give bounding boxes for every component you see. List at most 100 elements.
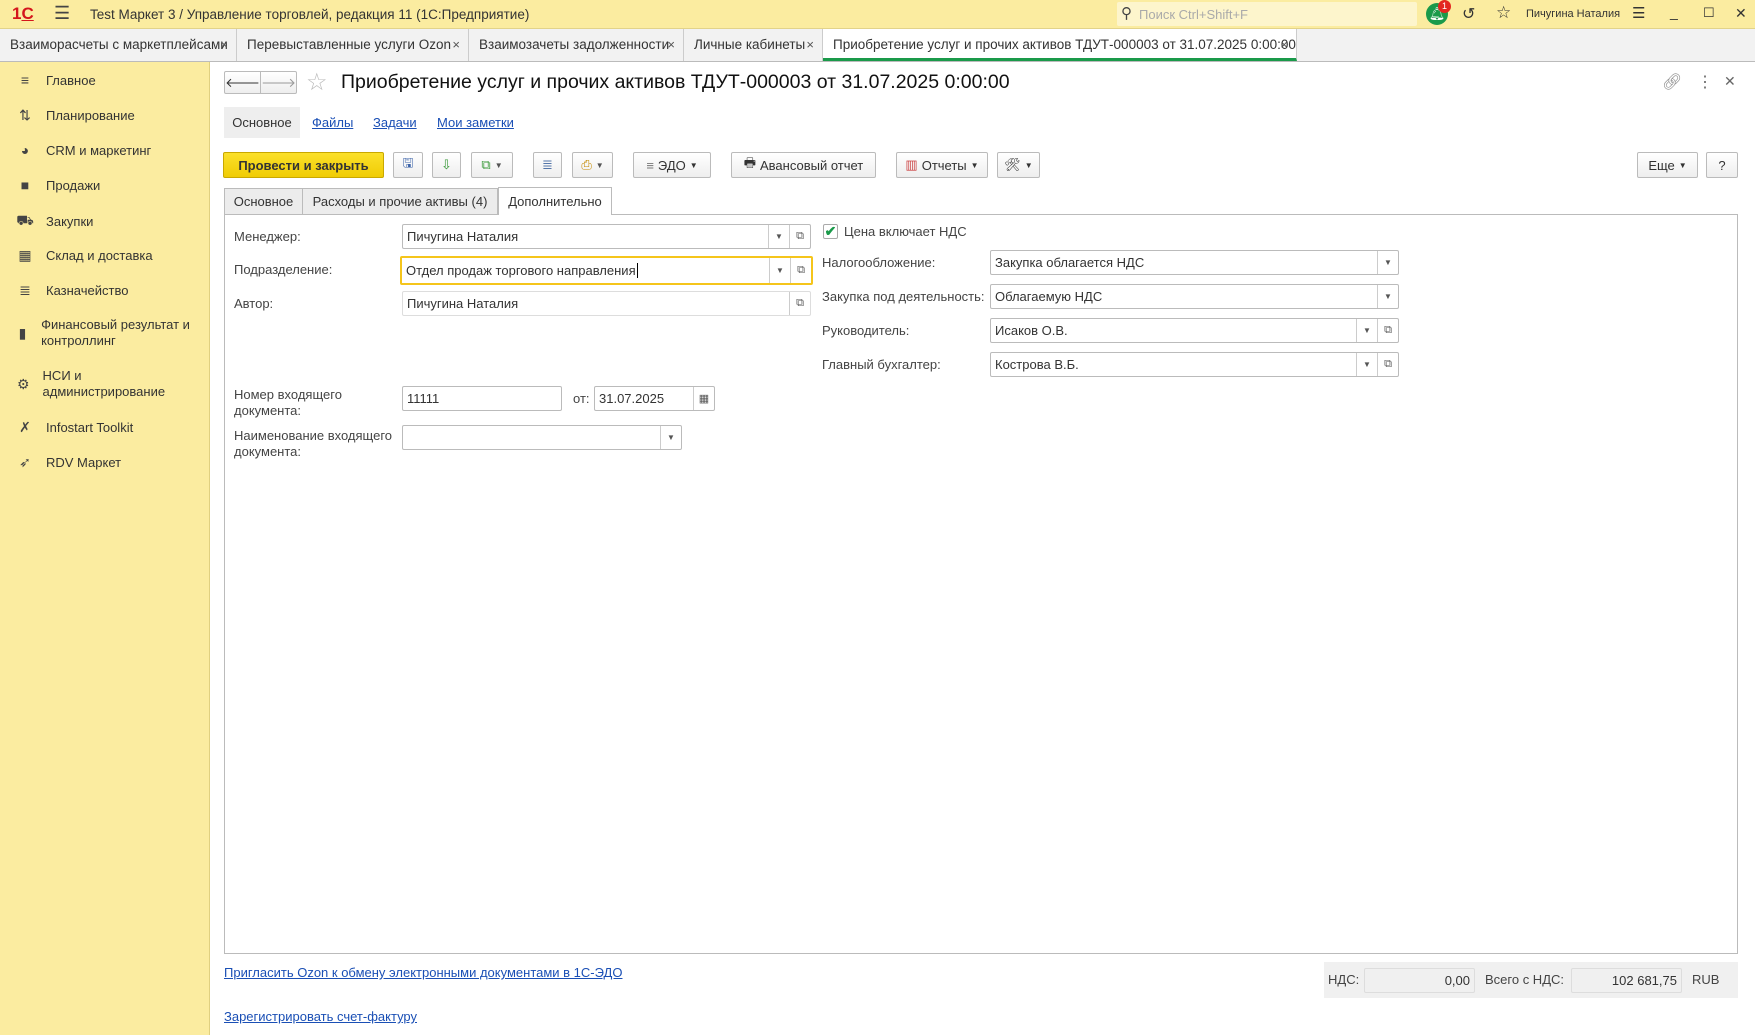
favorites-star-icon[interactable]: ☆ xyxy=(1496,3,1511,23)
back-button[interactable]: 🡐 xyxy=(224,71,261,94)
incoming-date-field[interactable]: 31.07.2025 ▦ xyxy=(594,386,715,411)
sidebar-item-rdv[interactable]: ➶ RDV Маркет xyxy=(16,454,121,471)
chevron-down-icon[interactable]: ▼ xyxy=(1377,285,1398,308)
close-form-icon[interactable]: ✕ xyxy=(1724,73,1736,90)
activity-field[interactable]: Облагаемую НДС ▼ xyxy=(990,284,1399,309)
open-icon[interactable]: ⧉ xyxy=(1377,319,1398,342)
advance-report-button[interactable]: 🖶︎ Авансовый отчет xyxy=(731,152,876,178)
chevron-down-icon[interactable]: ▼ xyxy=(1356,353,1377,376)
chevron-down-icon[interactable]: ▼ xyxy=(1356,319,1377,342)
invite-edo-link[interactable]: Пригласить Ozon к обмену электронными до… xyxy=(224,965,622,980)
sidebar-item-main[interactable]: ≡ Главное xyxy=(16,72,96,88)
tools-button[interactable]: 🛠︎ ▼ xyxy=(997,152,1040,178)
reports-button[interactable]: ▥ Отчеты ▼ xyxy=(896,152,988,178)
tab-offsets[interactable]: Взаимозачеты задолженности × xyxy=(469,29,684,61)
sidebar-item-finance[interactable]: ▮ Финансовый результат и контроллинг xyxy=(16,317,206,349)
form-tab-additional[interactable]: Дополнительно xyxy=(498,187,612,215)
more-label: Еще xyxy=(1648,157,1675,173)
taxation-field[interactable]: Закупка облагается НДС ▼ xyxy=(990,250,1399,275)
open-icon[interactable]: ⧉ xyxy=(789,225,810,248)
form-panel xyxy=(224,214,1738,954)
chevron-down-icon[interactable]: ▼ xyxy=(1377,251,1398,274)
form-tab-main[interactable]: Основное xyxy=(224,188,303,215)
sidebar-item-planning[interactable]: ⇅ Планирование xyxy=(16,107,135,124)
tab-current-document[interactable]: Приобретение услуг и прочих активов ТДУТ… xyxy=(823,29,1297,61)
author-field[interactable]: Пичугина Наталия ⧉ xyxy=(402,291,811,316)
close-icon[interactable]: × xyxy=(452,29,460,61)
sidebar-item-warehouse[interactable]: ▦ Склад и доставка xyxy=(16,247,153,264)
head-field[interactable]: Исаков О.В. ▼ ⧉ xyxy=(990,318,1399,343)
sidebar-item-treasury[interactable]: ≣ Казначейство xyxy=(16,282,128,299)
sidebar-item-infostart[interactable]: ✗ Infostart Toolkit xyxy=(16,419,133,436)
more-actions-icon[interactable]: ⋮ xyxy=(1697,72,1713,92)
journal-button[interactable]: ≣ xyxy=(533,152,562,178)
chevron-down-icon[interactable]: ▼ xyxy=(768,225,789,248)
chevron-down-icon[interactable]: ▼ xyxy=(769,258,790,283)
calendar-icon[interactable]: ▦ xyxy=(693,387,714,410)
minimize-icon[interactable]: _ xyxy=(1670,4,1678,20)
price-includes-vat-checkbox[interactable]: ✔ xyxy=(823,224,838,239)
forward-button[interactable]: 🡒 xyxy=(260,71,297,94)
tab-reissued-services[interactable]: Перевыставленные услуги Ozon × xyxy=(237,29,469,61)
incoming-name-field[interactable]: ▼ xyxy=(402,425,682,450)
logo-1c[interactable]: 1C xyxy=(12,4,34,24)
bag-icon: ■ xyxy=(20,177,30,193)
sidebar-item-sales[interactable]: ■ Продажи xyxy=(16,177,101,193)
incoming-number-value: 11111 xyxy=(407,391,440,406)
form-tab-expenses[interactable]: Расходы и прочие активы (4) xyxy=(303,188,498,215)
accountant-field[interactable]: Кострова В.Б. ▼ ⧉ xyxy=(990,352,1399,377)
post-and-close-button[interactable]: Провести и закрыть xyxy=(223,152,384,178)
user-name[interactable]: Пичугина Наталия xyxy=(1526,8,1620,20)
edo-icon: ≡ xyxy=(646,157,654,173)
author-value: Пичугина Наталия xyxy=(407,296,519,311)
close-icon[interactable]: × xyxy=(220,29,228,61)
save-button[interactable]: 🖫 xyxy=(393,152,423,178)
total-with-vat-label: Всего с НДС: xyxy=(1485,972,1565,987)
close-icon[interactable]: × xyxy=(806,29,814,61)
main-menu-icon[interactable]: ☰ xyxy=(54,3,70,24)
nav-notes[interactable]: Мои заметки xyxy=(437,115,514,130)
department-field[interactable]: Отдел продаж торгового направления ▼ ⧉ xyxy=(400,256,813,285)
sidebar-item-crm[interactable]: ◕ CRM и маркетинг xyxy=(16,142,152,158)
search-input[interactable]: ⚲ Поиск Ctrl+Shift+F xyxy=(1117,2,1417,26)
favorite-star-icon[interactable]: ☆ xyxy=(306,68,328,97)
tab-personal-accounts[interactable]: Личные кабинеты × xyxy=(684,29,823,61)
close-window-icon[interactable]: ✕ xyxy=(1735,5,1747,22)
manager-field[interactable]: Пичугина Наталия ▼ ⧉ xyxy=(402,224,811,249)
nav-tasks[interactable]: Задачи xyxy=(373,115,417,130)
post-button[interactable]: ⇩ xyxy=(432,152,461,178)
open-icon[interactable]: ⧉ xyxy=(1377,353,1398,376)
edo-button[interactable]: ≡ ЭДО ▼ xyxy=(633,152,711,178)
close-icon[interactable]: × xyxy=(667,29,675,61)
help-button[interactable]: ? xyxy=(1706,152,1738,178)
print-button[interactable]: ⎙ ▼ xyxy=(572,152,613,178)
register-invoice-link[interactable]: Зарегистрировать счет-фактуру xyxy=(224,1009,417,1024)
link-icon[interactable]: 🔗︎ xyxy=(1662,72,1682,92)
planning-icon: ⇅ xyxy=(19,107,31,123)
search-placeholder: Поиск Ctrl+Shift+F xyxy=(1139,7,1248,22)
reports-label: Отчеты xyxy=(921,157,967,173)
sidebar-item-admin[interactable]: ⚙ НСИ и администрирование xyxy=(16,368,176,400)
more-button[interactable]: Еще ▼ xyxy=(1637,152,1698,178)
author-label: Автор: xyxy=(234,296,274,311)
price-includes-vat-label[interactable]: Цена включает НДС xyxy=(844,224,967,240)
nav-main[interactable]: Основное xyxy=(224,107,300,138)
tab-label: Перевыставленные услуги Ozon xyxy=(247,37,451,52)
incoming-number-field[interactable]: 11111 xyxy=(402,386,562,411)
sidebar-item-purchases[interactable]: ⛟ Закупки xyxy=(16,212,93,231)
nav-files[interactable]: Файлы xyxy=(312,115,353,130)
window-title: Test Маркет 3 / Управление торговлей, ре… xyxy=(90,7,530,22)
maximize-icon[interactable]: ☐ xyxy=(1703,5,1715,21)
sidebar-item-label: Склад и доставка xyxy=(46,248,153,263)
sidebar: ≡ Главное ⇅ Планирование ◕ CRM и маркетинг … xyxy=(0,62,210,1035)
open-icon[interactable]: ⧉ xyxy=(789,292,810,315)
close-icon[interactable]: × xyxy=(1280,29,1288,61)
settings-menu-icon[interactable]: ☰ xyxy=(1632,4,1645,22)
create-based-on-button[interactable]: ⧉ ▼ xyxy=(471,152,513,178)
tools-icon: ✗ xyxy=(19,419,31,435)
total-with-vat-field: 102 681,75 xyxy=(1571,968,1682,993)
tab-mutual-settlements[interactable]: Взаиморасчеты с маркетплейсами × xyxy=(0,29,237,61)
chevron-down-icon[interactable]: ▼ xyxy=(660,426,681,449)
history-icon[interactable]: ↺ xyxy=(1462,4,1475,24)
open-icon[interactable]: ⧉ xyxy=(790,258,811,283)
